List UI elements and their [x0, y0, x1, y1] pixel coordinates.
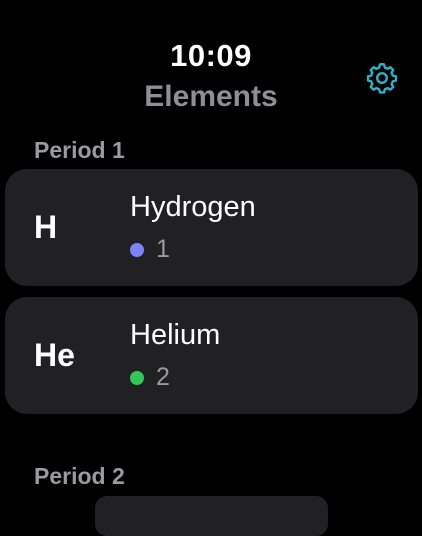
element-row-hydrogen[interactable]: H Hydrogen 1 [5, 169, 418, 286]
element-name: Hydrogen [130, 191, 256, 223]
element-name: Helium [130, 319, 221, 351]
page-title: Elements [144, 80, 278, 113]
section-header-period-1: Period 1 [34, 137, 125, 163]
element-meta: 1 [130, 235, 170, 264]
atomic-number: 2 [156, 363, 170, 391]
element-row-helium[interactable]: He Helium 2 [5, 297, 418, 414]
section-header-period-2: Period 2 [34, 463, 125, 489]
category-dot [130, 370, 144, 385]
element-row-partial[interactable] [95, 496, 328, 536]
element-symbol: He [34, 337, 75, 373]
gear-icon [366, 63, 398, 94]
status-time: 10:09 [170, 38, 252, 73]
element-meta: 2 [130, 363, 170, 392]
settings-button[interactable] [362, 58, 402, 98]
element-symbol: H [34, 209, 58, 245]
atomic-number: 1 [156, 235, 170, 263]
category-dot [130, 242, 144, 257]
